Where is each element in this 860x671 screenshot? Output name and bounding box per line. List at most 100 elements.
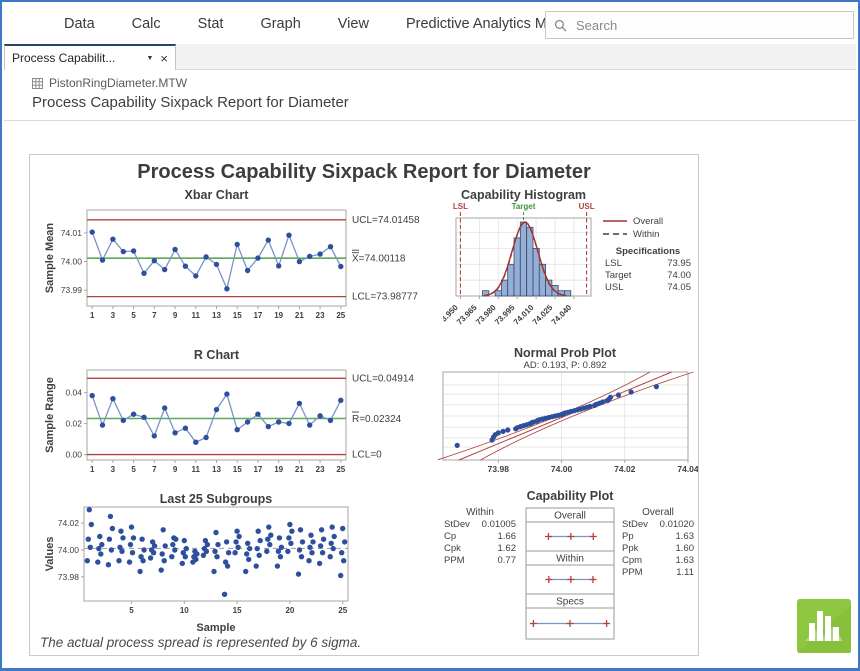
svg-text:25: 25 — [336, 465, 345, 474]
svg-text:21: 21 — [295, 311, 304, 320]
tab-strip: Process Capabilit... ▼ × — [4, 44, 856, 70]
svg-text:X=74.00118: X=74.00118 — [352, 254, 406, 265]
svg-text:LCL=73.98777: LCL=73.98777 — [352, 292, 418, 303]
svg-text:11: 11 — [192, 465, 201, 474]
svg-text:Specs: Specs — [556, 597, 584, 608]
svg-text:5: 5 — [131, 311, 136, 320]
tab-process-capability[interactable]: Process Capabilit... ▼ × — [4, 44, 176, 70]
svg-text:23: 23 — [316, 465, 325, 474]
minitab-logo-icon — [797, 599, 851, 653]
svg-text:0.02: 0.02 — [65, 419, 82, 429]
svg-text:PPM: PPM — [444, 555, 465, 566]
search-box[interactable] — [545, 11, 854, 39]
search-icon — [554, 19, 567, 32]
svg-text:10: 10 — [180, 606, 189, 615]
svg-text:Ppk: Ppk — [622, 543, 639, 554]
svg-text:Cpm: Cpm — [622, 555, 642, 566]
svg-text:Normal Prob Plot: Normal Prob Plot — [514, 348, 617, 360]
svg-text:25: 25 — [336, 311, 345, 320]
header-divider — [4, 120, 856, 121]
svg-text:11: 11 — [192, 311, 201, 320]
svg-text:Pp: Pp — [622, 531, 634, 542]
svg-text:1.11: 1.11 — [676, 567, 694, 578]
svg-text:Specifications: Specifications — [616, 246, 680, 257]
svg-text:19: 19 — [274, 311, 283, 320]
svg-text:1.62: 1.62 — [498, 543, 517, 554]
capability-histogram: Capability HistogramLSLTargetUSL73.95073… — [443, 188, 698, 338]
figure-title: Process Capability Sixpack Report for Di… — [30, 161, 698, 184]
svg-text:PPM: PPM — [622, 567, 643, 578]
svg-text:Target: Target — [605, 270, 632, 281]
svg-text:Overall: Overall — [554, 511, 586, 522]
sixpack-figure[interactable]: Process Capability Sixpack Report for Di… — [29, 154, 699, 656]
worksheet-name: PistonRingDiameter.MTW — [49, 76, 187, 90]
svg-text:StDev: StDev — [444, 519, 470, 530]
svg-text:73.98: 73.98 — [488, 464, 510, 474]
menu-view[interactable]: View — [338, 16, 369, 32]
svg-text:74.00: 74.00 — [61, 257, 83, 267]
svg-text:3: 3 — [111, 311, 116, 320]
svg-text:74.00: 74.00 — [58, 545, 80, 555]
menu-calc[interactable]: Calc — [132, 16, 161, 32]
svg-text:1.66: 1.66 — [498, 531, 517, 542]
svg-text:Values: Values — [44, 537, 56, 572]
svg-text:0.01020: 0.01020 — [660, 519, 694, 530]
menu-data[interactable]: Data — [64, 16, 95, 32]
svg-text:19: 19 — [274, 465, 283, 474]
svg-text:73.99: 73.99 — [61, 285, 83, 295]
r-chart: R Chart0.000.020.04135791113151719212325… — [43, 348, 443, 483]
svg-text:LCL=0: LCL=0 — [352, 450, 382, 461]
worksheet-link[interactable]: PistonRingDiameter.MTW — [32, 76, 187, 90]
svg-text:23: 23 — [316, 311, 325, 320]
svg-text:0.04: 0.04 — [65, 388, 82, 398]
svg-text:1.60: 1.60 — [676, 543, 695, 554]
worksheet-grid-icon — [32, 78, 43, 89]
svg-text:R Chart: R Chart — [194, 348, 240, 362]
svg-text:LSL: LSL — [605, 258, 622, 269]
svg-text:Capability Plot: Capability Plot — [527, 489, 615, 503]
svg-text:Overall: Overall — [633, 216, 663, 227]
svg-text:Target: Target — [512, 202, 536, 211]
svg-text:UCL=74.01458: UCL=74.01458 — [352, 215, 420, 226]
svg-text:17: 17 — [253, 465, 262, 474]
svg-text:9: 9 — [173, 465, 178, 474]
menu-graph[interactable]: Graph — [260, 16, 300, 32]
svg-text:7: 7 — [152, 311, 157, 320]
svg-text:Last 25 Subgroups: Last 25 Subgroups — [160, 493, 273, 506]
svg-text:74.00: 74.00 — [667, 270, 691, 281]
svg-text:73.95: 73.95 — [667, 258, 691, 269]
capability-plot: Capability PlotOverallWithinSpecsWithinS… — [438, 488, 698, 643]
svg-text:Within: Within — [466, 507, 494, 518]
svg-text:21: 21 — [295, 465, 304, 474]
svg-text:LSL: LSL — [453, 202, 468, 211]
svg-text:Sample: Sample — [196, 622, 235, 634]
output-header: Process Capability Sixpack Report for Di… — [32, 94, 349, 111]
svg-text:Cp: Cp — [444, 531, 456, 542]
svg-text:15: 15 — [233, 311, 242, 320]
svg-text:74.02: 74.02 — [614, 464, 636, 474]
normal-prob-plot: Normal Prob PlotAD: 0.193, P: 0.892 73.98… — [438, 348, 698, 483]
menu-stat[interactable]: Stat — [198, 16, 224, 32]
svg-text:Within: Within — [556, 554, 584, 565]
svg-text:15: 15 — [233, 606, 242, 615]
svg-text:5: 5 — [129, 606, 134, 615]
search-input[interactable] — [574, 17, 828, 34]
svg-text:AD: 0.193, P: 0.892: AD: 0.193, P: 0.892 — [524, 360, 607, 371]
svg-text:R=0.02324: R=0.02324 — [352, 414, 402, 425]
svg-text:7: 7 — [152, 465, 157, 474]
tab-dropdown-caret-icon[interactable]: ▼ — [146, 55, 153, 62]
tab-close-icon[interactable]: × — [160, 52, 168, 65]
svg-text:74.01: 74.01 — [61, 228, 83, 238]
svg-text:1.63: 1.63 — [676, 531, 695, 542]
svg-text:25: 25 — [338, 606, 347, 615]
svg-text:1.63: 1.63 — [676, 555, 695, 566]
svg-text:Xbar Chart: Xbar Chart — [185, 188, 250, 202]
figure-footnote: The actual process spread is represented… — [40, 635, 361, 650]
svg-text:74.04: 74.04 — [677, 464, 698, 474]
svg-text:Cpk: Cpk — [444, 543, 461, 554]
app-window: Data Calc Stat Graph View Predictive Ana… — [0, 0, 860, 671]
svg-text:20: 20 — [285, 606, 294, 615]
svg-text:StDev: StDev — [622, 519, 648, 530]
svg-text:5: 5 — [131, 465, 136, 474]
svg-text:Within: Within — [633, 229, 659, 240]
